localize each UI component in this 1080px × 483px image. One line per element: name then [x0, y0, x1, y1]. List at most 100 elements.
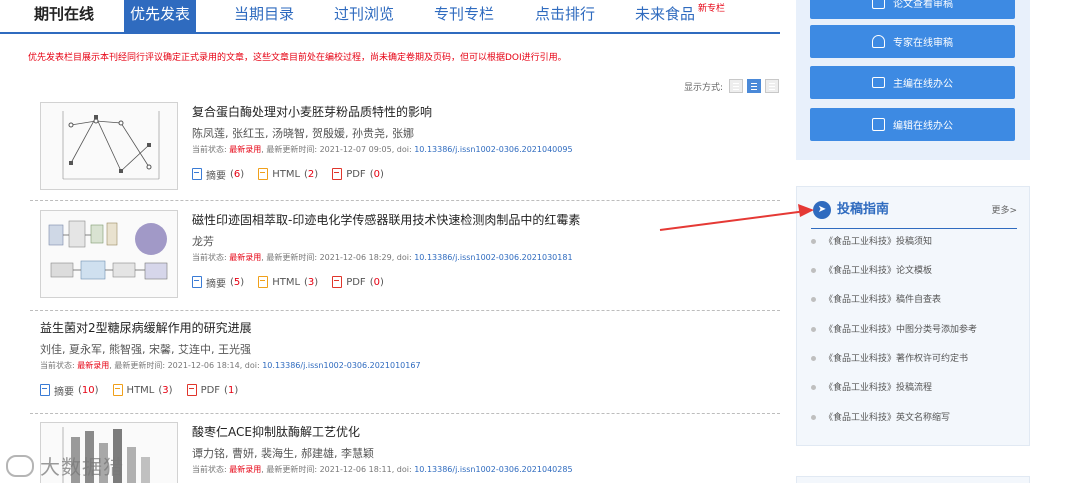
- priority-notice: 优先发表栏目展示本刊经同行评议确定正式录用的文章，这些文章目前处在编校过程，尚未…: [28, 53, 567, 63]
- html-count: 3: [162, 384, 169, 396]
- pdf-label: PDF: [200, 384, 221, 396]
- bullet-icon: [811, 415, 816, 420]
- article-authors[interactable]: 谭力铭, 曹妍, 裴海生, 郝建雄, 李慧颖: [192, 446, 573, 462]
- article-meta: 当前状态: 最新录用, 最新更新时间: 2021-12-06 18:14, do…: [40, 361, 421, 370]
- status-label: 当前状态:: [40, 361, 75, 370]
- tab-priority[interactable]: 优先发表: [124, 0, 196, 32]
- abstract-link[interactable]: 摘要 (5): [192, 275, 244, 290]
- article-thumbnail[interactable]: [40, 210, 178, 298]
- pdf-icon: [332, 168, 343, 180]
- bullet-icon: [811, 385, 816, 390]
- html-link[interactable]: HTML (2): [258, 168, 318, 180]
- abstract-count: 5: [233, 276, 241, 288]
- guide-item-label: 《食品工业科技》中图分类号添加参考: [824, 325, 978, 335]
- tab-future-food[interactable]: 未来食品: [635, 0, 695, 32]
- article-title[interactable]: 酸枣仁ACE抑制肽酶解工艺优化: [192, 422, 573, 442]
- article-divider: [30, 310, 780, 311]
- article-title[interactable]: 益生菌对2型糖尿病缓解作用的研究进展: [40, 318, 421, 338]
- display-mode: 显示方式:: [684, 78, 780, 94]
- sidebar-button-label: 专家在线审稿: [893, 38, 953, 49]
- tab-past-browse[interactable]: 过刊浏览: [334, 0, 394, 32]
- abstract-link[interactable]: 摘要 (10): [40, 383, 99, 398]
- html-link[interactable]: HTML (3): [258, 276, 318, 288]
- article-authors[interactable]: 陈凤莲, 张红玉, 汤晓智, 贺殷媛, 孙贵尧, 张娜: [192, 126, 573, 142]
- article-item: 磁性印迹固相萃取-印迹电化学传感器联用技术快速检测肉制品中的红霉素 龙芳 当前状…: [30, 210, 780, 311]
- compass-icon: ➤: [813, 201, 831, 219]
- guide-item[interactable]: 《食品工业科技》中图分类号添加参考: [811, 321, 1017, 339]
- html-count: 2: [307, 168, 315, 180]
- pdf-icon: [186, 384, 197, 396]
- article-authors[interactable]: 龙芳: [192, 234, 580, 250]
- doi-link[interactable]: 10.13386/j.issn1002-0306.2021040285: [414, 465, 572, 474]
- doi-link[interactable]: 10.13386/j.issn1002-0306.2021030181: [414, 253, 572, 262]
- html-count: 3: [307, 276, 315, 288]
- user-icon: [872, 35, 885, 48]
- journal-tabs: 期刊在线 优先发表 当期目录 过刊浏览 专刊专栏 点击排行 未来食品 新专栏: [0, 0, 780, 34]
- html-label: HTML: [272, 276, 301, 288]
- article-item: 益生菌对2型糖尿病缓解作用的研究进展 刘佳, 夏永军, 熊智强, 宋馨, 艾连中…: [30, 318, 780, 414]
- watermark: 大数据猎: [6, 451, 124, 480]
- doi-label: doi:: [396, 253, 412, 262]
- pdf-link[interactable]: PDF (0): [332, 276, 384, 288]
- doi-label: doi:: [396, 465, 412, 474]
- article-thumbnail[interactable]: [40, 102, 178, 190]
- sidebar-button-expert-review[interactable]: 专家在线审稿: [810, 25, 1015, 58]
- status-value: 最新录用: [77, 361, 110, 370]
- guide-more-link[interactable]: 更多>: [991, 203, 1017, 216]
- html-icon: [112, 384, 123, 396]
- sidebar-button-editor[interactable]: 编辑在线办公: [810, 108, 1015, 141]
- text-view-icon[interactable]: [765, 79, 780, 93]
- article-title[interactable]: 复合蛋白酶处理对小麦胚芽粉品质特性的影响: [192, 102, 573, 122]
- tab-special-column[interactable]: 专刊专栏: [434, 0, 494, 32]
- html-icon: [258, 168, 269, 180]
- sidebar-button-label: 编辑在线办公: [893, 121, 953, 132]
- sidebar-button-label: 论文查看审稿: [893, 0, 953, 10]
- html-link[interactable]: HTML (3): [112, 384, 173, 396]
- status-value: 最新录用: [229, 145, 262, 154]
- updated-value: 2021-12-07 09:05: [319, 145, 392, 154]
- guide-item[interactable]: 《食品工业科技》投稿流程: [811, 379, 1017, 397]
- guide-item[interactable]: 《食品工业科技》投稿须知: [811, 233, 1017, 251]
- tab-click-rank[interactable]: 点击排行: [535, 0, 595, 32]
- article-links: 摘要 (6) HTML (2) PDF (0): [192, 166, 573, 182]
- tab-current-toc[interactable]: 当期目录: [234, 0, 294, 32]
- guide-header: ➤ 投稿指南 更多>: [811, 199, 1017, 229]
- bullet-icon: [811, 268, 816, 273]
- article-meta: 当前状态: 最新录用, 最新更新时间: 2021-12-06 18:11, do…: [192, 465, 573, 474]
- bullet-icon: [811, 239, 816, 244]
- pdf-label: PDF: [346, 168, 366, 180]
- article-authors[interactable]: 刘佳, 夏永军, 熊智强, 宋馨, 艾连中, 王光强: [40, 342, 421, 358]
- guide-item-label: 《食品工业科技》投稿须知: [824, 237, 933, 247]
- guide-item[interactable]: 《食品工业科技》英文名称缩写: [811, 409, 1017, 427]
- doi-link[interactable]: 10.13386/j.issn1002-0306.2021040095: [414, 145, 572, 154]
- display-mode-label: 显示方式:: [684, 82, 724, 93]
- guide-item[interactable]: 《食品工业科技》著作权许可约定书: [811, 350, 1017, 368]
- watermark-text: 大数据猎: [40, 455, 124, 479]
- updated-label: 最新更新时间:: [266, 145, 318, 154]
- grid-view-icon[interactable]: [729, 79, 744, 93]
- abstract-icon: [192, 168, 202, 180]
- pdf-link[interactable]: PDF (0): [332, 168, 384, 180]
- pdf-link[interactable]: PDF (1): [186, 384, 238, 396]
- sidebar-button-review-query[interactable]: 论文查看审稿: [810, 0, 1015, 19]
- guide-item[interactable]: 《食品工业科技》论文模板: [811, 262, 1017, 280]
- watermark-logo-icon: [6, 454, 34, 477]
- document-icon: [872, 0, 885, 9]
- guide-item[interactable]: 《食品工业科技》稿件自查表: [811, 291, 1017, 309]
- status-label: 当前状态:: [192, 253, 227, 262]
- article-meta: 当前状态: 最新录用, 最新更新时间: 2021-12-06 18:29, do…: [192, 253, 573, 262]
- article-divider: [30, 413, 780, 414]
- abstract-label: 摘要: [206, 278, 226, 290]
- article-title[interactable]: 磁性印迹固相萃取-印迹电化学传感器联用技术快速检测肉制品中的红霉素: [192, 210, 580, 230]
- guide-item-label: 《食品工业科技》稿件自查表: [824, 295, 942, 305]
- doi-link[interactable]: 10.13386/j.issn1002-0306.2021010167: [262, 361, 420, 370]
- sidebar-button-chief-editor[interactable]: 主编在线办公: [810, 66, 1015, 99]
- guide-item-label: 《食品工业科技》论文模板: [824, 266, 933, 276]
- abstract-link[interactable]: 摘要 (6): [192, 167, 244, 182]
- abstract-icon: [40, 384, 50, 396]
- guide-item-label: 《食品工业科技》投稿流程: [824, 383, 933, 393]
- tab-journal-online[interactable]: 期刊在线: [34, 0, 94, 32]
- list-view-icon[interactable]: [747, 79, 762, 93]
- bullet-icon: [811, 356, 816, 361]
- updated-label: 最新更新时间:: [266, 465, 318, 474]
